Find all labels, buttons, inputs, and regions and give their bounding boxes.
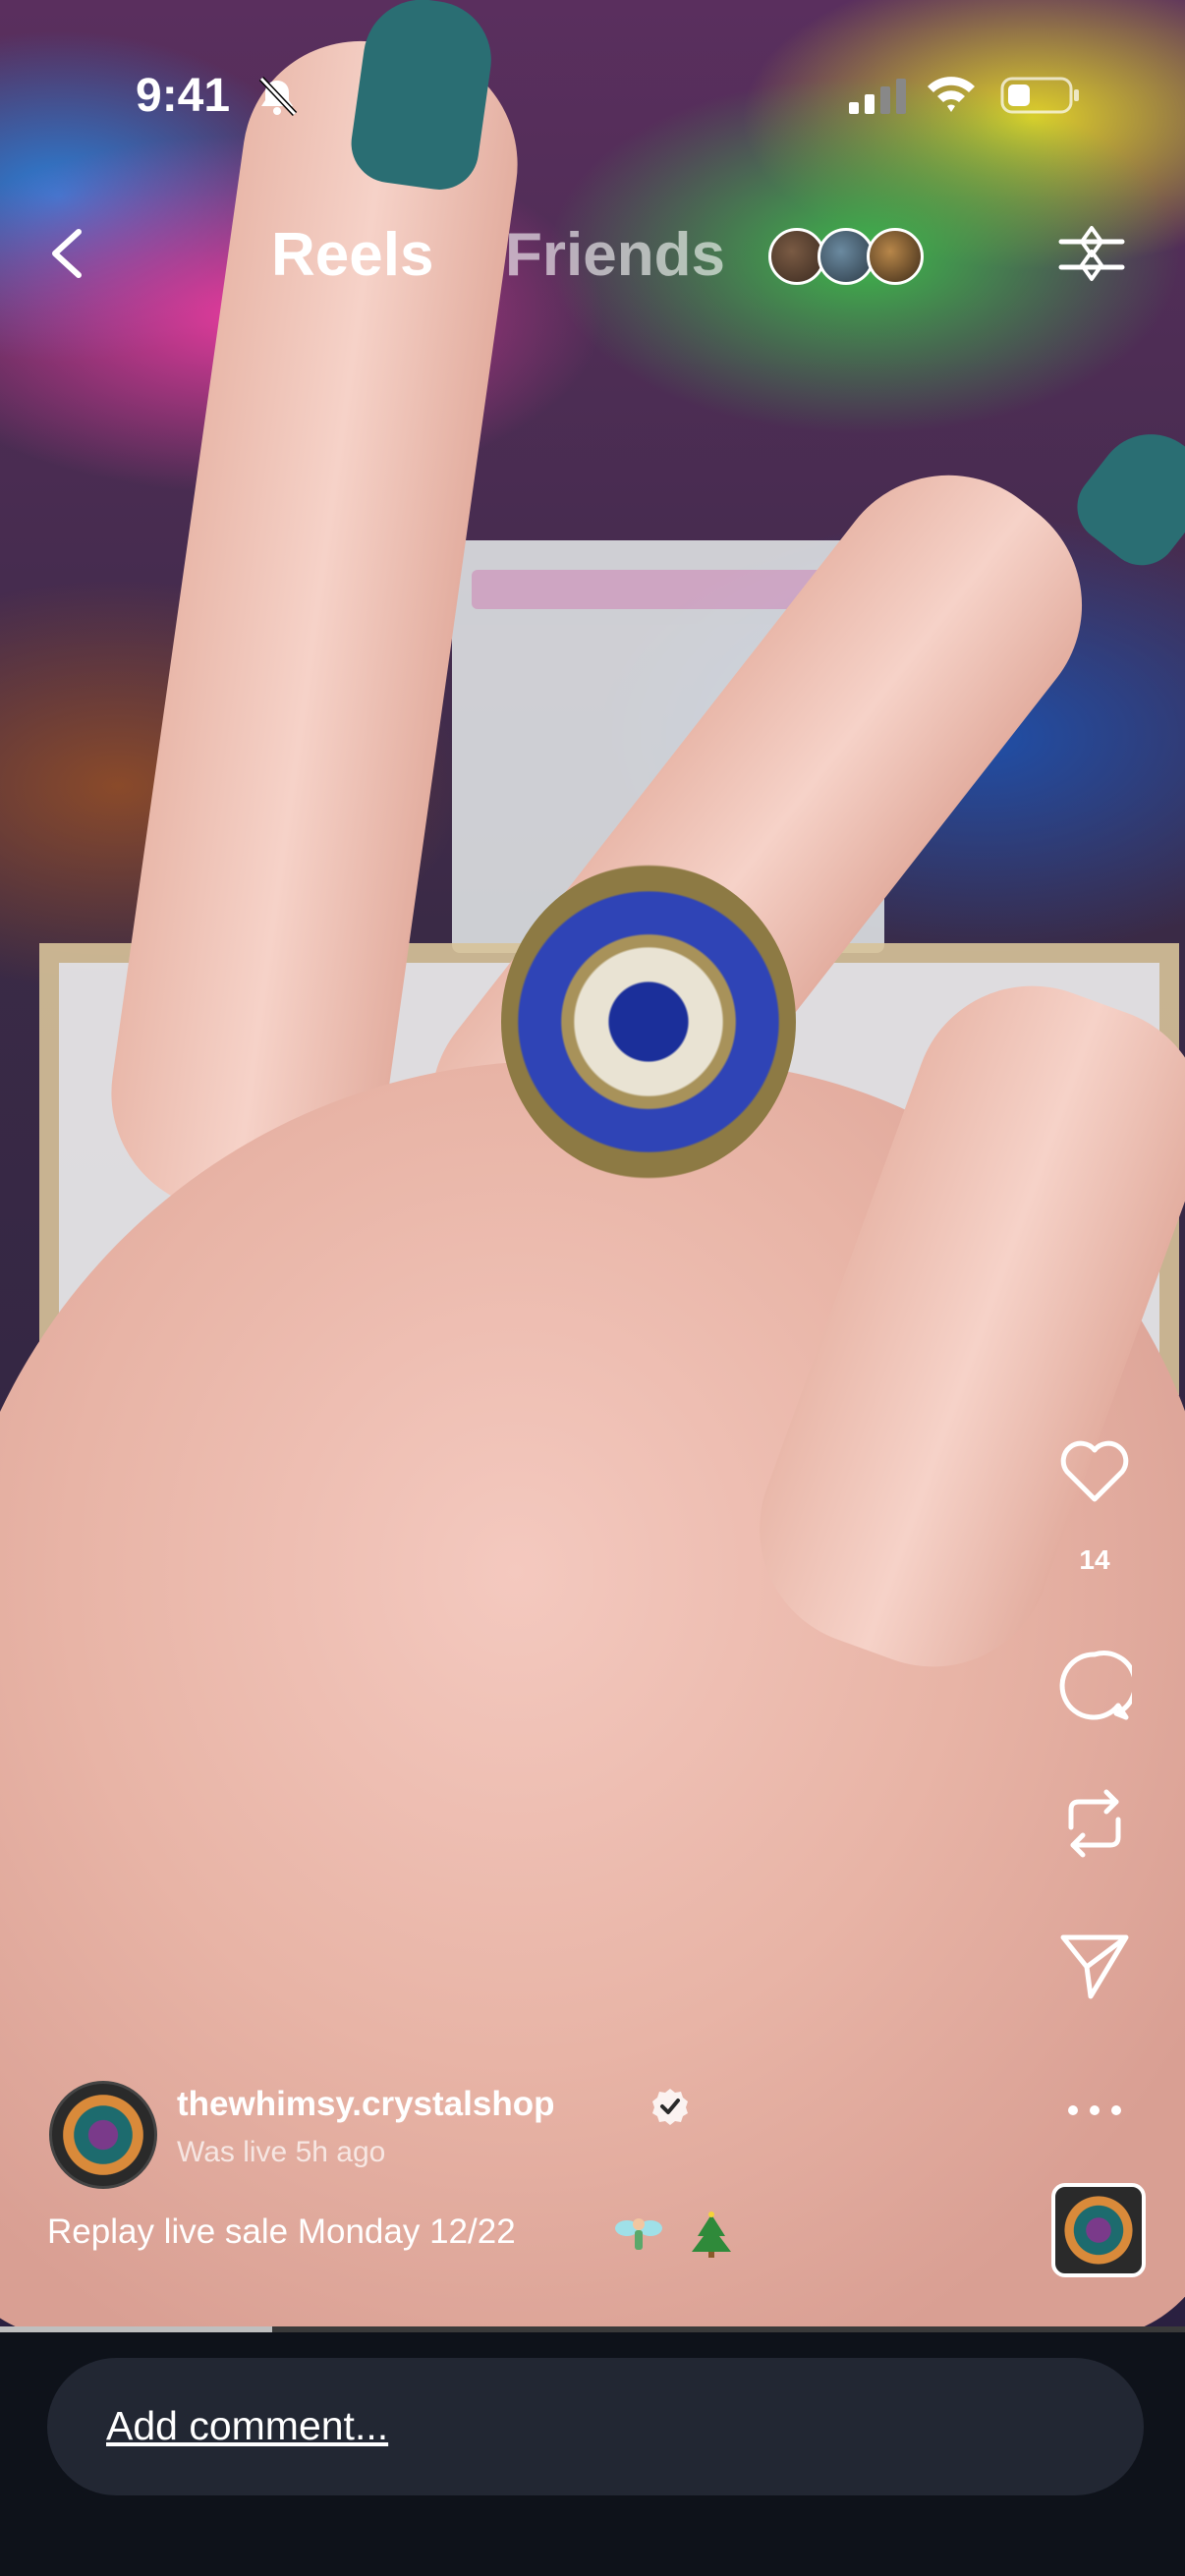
comment-icon[interactable]: [1057, 1649, 1132, 1723]
friend-avatars[interactable]: [768, 228, 926, 285]
bell-slash-icon: [258, 76, 298, 117]
audio-thumbnail[interactable]: [1051, 2183, 1146, 2277]
like-count: 14: [1079, 1544, 1110, 1575]
tab-friends[interactable]: Friends: [505, 220, 725, 290]
live-status: Was live 5h ago: [177, 2136, 386, 2168]
avatar[interactable]: [49, 2081, 157, 2189]
wifi-icon: [928, 77, 975, 112]
send-icon[interactable]: [1057, 1928, 1132, 2002]
verified-badge-icon: [652, 2089, 688, 2125]
heart-icon[interactable]: [1057, 1434, 1132, 1509]
chevron-left-icon[interactable]: [43, 224, 92, 283]
top-navigation: Reels Friends: [0, 196, 1185, 314]
reel-video[interactable]: [0, 0, 1185, 2328]
clock: 9:41: [136, 70, 231, 122]
cellular-signal-icon: [849, 79, 906, 114]
fairy-tree-emoji-icon: [615, 2212, 731, 2258]
battery-icon: [1000, 77, 1079, 114]
comment-input[interactable]: Add comment...: [47, 2358, 1144, 2495]
author-row: thewhimsy.crystalshop Was live 5h ago: [49, 2081, 992, 2189]
tab-reels[interactable]: Reels: [271, 220, 433, 290]
filter-icon[interactable]: [1057, 220, 1126, 289]
repost-icon[interactable]: [1057, 1786, 1132, 1861]
comment-placeholder: Add comment...: [106, 2403, 389, 2448]
more-icon[interactable]: [1057, 2073, 1132, 2148]
status-bar: 9:41: [0, 39, 1185, 157]
caption[interactable]: Replay live sale Monday 12/22: [47, 2212, 516, 2252]
comment-bar: Add comment...: [0, 2332, 1185, 2576]
sapphire-ring: [501, 865, 796, 1179]
username[interactable]: thewhimsy.crystalshop: [177, 2085, 554, 2124]
avatar: [867, 228, 924, 285]
fingernail: [1062, 412, 1185, 581]
